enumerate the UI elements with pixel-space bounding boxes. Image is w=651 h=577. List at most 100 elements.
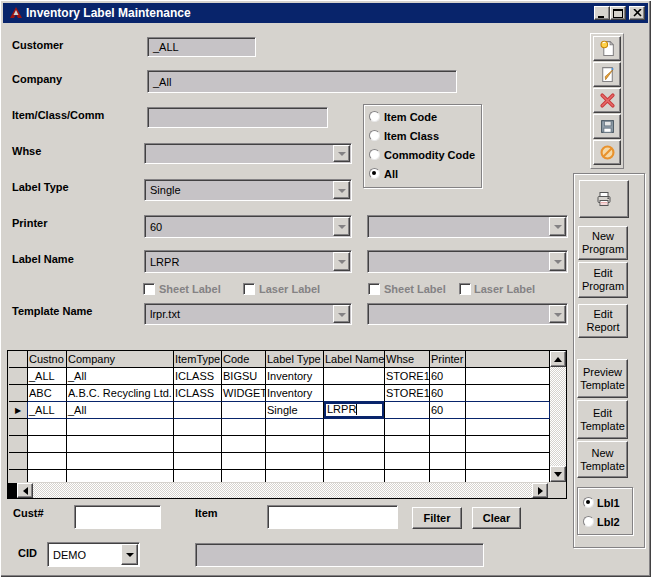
grid-cell[interactable] [324, 470, 385, 482]
label-type-combo[interactable]: Single [144, 179, 352, 201]
grid-cell[interactable] [222, 470, 266, 482]
whse-combo-arrow[interactable] [333, 145, 350, 162]
grid-vscroll-up-button[interactable] [550, 351, 566, 367]
grid-vscroll-down-button[interactable] [550, 466, 566, 482]
grid-cell[interactable] [67, 436, 174, 453]
company-field[interactable]: _All [147, 70, 457, 93]
label-name-combo-2[interactable] [367, 250, 568, 273]
filter-button[interactable]: Filter [412, 507, 462, 529]
grid-hscroll-left-button[interactable] [17, 483, 33, 498]
grid-cell[interactable] [385, 436, 430, 453]
grid-cell[interactable] [466, 436, 550, 453]
grid-row-selector[interactable] [9, 453, 28, 470]
grid-cell[interactable] [67, 470, 174, 482]
item-filter-radio-item-code[interactable] [369, 111, 380, 122]
save-button[interactable] [593, 114, 621, 139]
grid-cell[interactable]: Inventory [266, 385, 324, 402]
edit-program-button[interactable]: Edit Program [578, 262, 628, 298]
grid-row-selector[interactable] [9, 470, 28, 482]
grid-cell[interactable] [222, 402, 266, 419]
customer-field[interactable]: _ALL [147, 37, 256, 57]
grid-cell[interactable] [222, 453, 266, 470]
grid-cell[interactable] [430, 419, 466, 436]
grid-cell[interactable] [174, 402, 222, 419]
laser-label-checkbox-2[interactable] [459, 283, 471, 295]
cid-combo-arrow[interactable] [121, 544, 138, 565]
label-name-combo-2-arrow[interactable] [549, 252, 566, 271]
grid-cell[interactable] [174, 419, 222, 436]
grid-cell[interactable] [174, 470, 222, 482]
grid-cell[interactable] [266, 470, 324, 482]
grid-cell[interactable]: STORE1 [385, 368, 430, 385]
grid-cell[interactable] [266, 436, 324, 453]
grid-row-selector[interactable] [9, 368, 28, 385]
grid-cell[interactable] [324, 368, 385, 385]
grid-cell[interactable] [466, 402, 550, 419]
template-name-combo-arrow[interactable] [333, 305, 350, 323]
sheet-label-checkbox-2[interactable] [368, 283, 380, 295]
printer-combo-2[interactable] [367, 215, 568, 238]
grid-cell[interactable]: ICLASS [174, 385, 222, 402]
preview-template-button[interactable]: Preview Template [577, 359, 628, 398]
edit-template-button[interactable]: Edit Template [577, 400, 628, 439]
grid-cell[interactable]: A.B.C. Recycling Ltd. [67, 385, 174, 402]
item-filter-radio-all[interactable] [369, 168, 380, 179]
grid-cell[interactable] [174, 453, 222, 470]
grid-cell[interactable] [466, 419, 550, 436]
print-button[interactable] [579, 180, 629, 218]
template-name-combo-2-arrow[interactable] [549, 305, 566, 323]
grid-hscrollbar[interactable] [17, 483, 548, 498]
new-button[interactable] [593, 36, 621, 61]
minimize-button[interactable] [594, 6, 610, 20]
grid-cell[interactable] [222, 436, 266, 453]
grid-cell[interactable] [28, 470, 67, 482]
grid-vscrollbar[interactable] [550, 351, 566, 482]
grid-cell[interactable] [28, 436, 67, 453]
whse-combo[interactable] [144, 143, 352, 164]
cid-combo[interactable]: DEMO [47, 542, 140, 567]
grid-cell[interactable] [324, 385, 385, 402]
grid-cell[interactable] [67, 419, 174, 436]
title-bar[interactable]: Inventory Label Maintenance [3, 3, 648, 23]
cancel-button[interactable] [593, 140, 621, 165]
grid-cell[interactable] [385, 470, 430, 482]
clear-button[interactable]: Clear [472, 507, 521, 529]
grid-cell[interactable]: Inventory [266, 368, 324, 385]
printer-combo-arrow[interactable] [333, 217, 350, 236]
grid-cell[interactable]: STORE1 [385, 385, 430, 402]
grid-cell[interactable] [430, 453, 466, 470]
grid-cell[interactable]: Single [266, 402, 324, 419]
maximize-button[interactable] [610, 6, 626, 20]
item-input[interactable] [267, 505, 398, 529]
item-filter-radio-item-class[interactable] [369, 130, 380, 141]
grid-cell[interactable] [266, 419, 324, 436]
item-class-comm-field[interactable] [147, 107, 328, 128]
grid-row-selector[interactable]: ▶ [9, 402, 28, 419]
grid-cell[interactable] [385, 453, 430, 470]
grid-cell[interactable] [466, 453, 550, 470]
grid-cell[interactable]: ICLASS [174, 368, 222, 385]
new-template-button[interactable]: New Template [577, 441, 628, 478]
grid-cell[interactable]: _All [67, 368, 174, 385]
grid-cell[interactable] [466, 368, 550, 385]
grid-cell[interactable]: _All [67, 402, 174, 419]
grid-cell[interactable]: _ALL [28, 368, 67, 385]
new-program-button[interactable]: New Program [578, 226, 628, 260]
grid-cell[interactable] [67, 453, 174, 470]
template-name-combo[interactable]: lrpr.txt [144, 303, 352, 325]
grid-cell[interactable]: ABC [28, 385, 67, 402]
grid-cell[interactable]: 60 [430, 368, 466, 385]
grid-cell-editor[interactable]: LRPR [324, 402, 384, 418]
grid-cell[interactable] [324, 453, 385, 470]
delete-button[interactable] [593, 88, 621, 113]
grid-cell[interactable] [324, 436, 385, 453]
grid-cell[interactable]: 60 [430, 402, 466, 419]
grid-hscroll-right-button[interactable] [532, 483, 548, 498]
sheet-label-checkbox-1[interactable] [143, 283, 155, 295]
lbl-radio-lbl2[interactable] [583, 516, 594, 527]
printer-combo[interactable]: 60 [144, 215, 352, 238]
grid-cell[interactable] [430, 470, 466, 482]
grid-cell[interactable]: BIGSU [222, 368, 266, 385]
grid-cell[interactable] [385, 402, 430, 419]
edit-button[interactable] [593, 62, 621, 87]
